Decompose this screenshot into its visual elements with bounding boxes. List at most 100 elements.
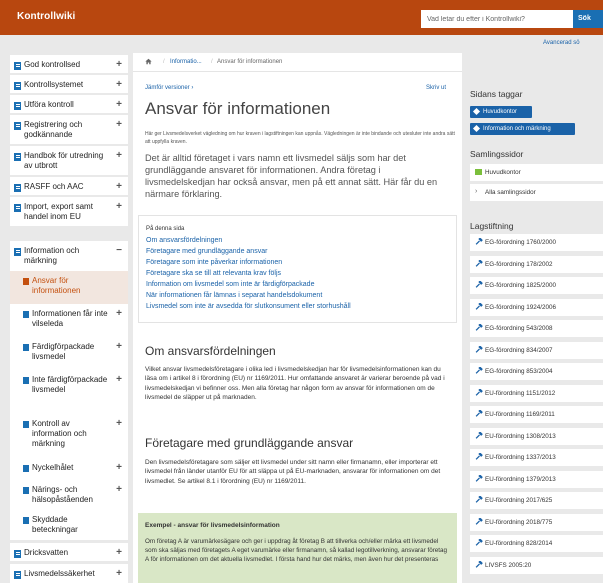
gavel-icon	[475, 474, 483, 482]
document-icon	[14, 550, 21, 558]
main-content: / Informatio... / Ansvar för information…	[133, 53, 462, 583]
print-link[interactable]: Skriv ut	[426, 85, 446, 91]
tag-information-markning[interactable]: Information och märkning	[470, 123, 575, 135]
expand-icon[interactable]: +	[116, 308, 122, 319]
expand-icon[interactable]: +	[116, 150, 122, 161]
legislation-item[interactable]: EU-förordning 1308/2013	[470, 427, 603, 445]
chevron-right-icon: ›	[475, 188, 478, 195]
collection-all[interactable]: › Alla samlingssidor	[470, 184, 603, 201]
section-paragraph: Vilket ansvar livsmedelsföretagare i oli…	[145, 366, 445, 401]
advanced-search-link[interactable]: Avancerad sö	[543, 40, 580, 46]
brand-logo[interactable]: Kontrollwiki	[11, 4, 81, 30]
toc-link[interactable]: Livsmedel som inte är avsedda för slutko…	[146, 303, 351, 310]
gavel-icon	[475, 539, 483, 546]
collection-icon	[475, 169, 482, 175]
gavel-icon	[475, 517, 483, 525]
expand-icon[interactable]: +	[116, 181, 122, 192]
toc-link[interactable]: När informationen får lämnas i separat h…	[146, 292, 322, 299]
expand-icon[interactable]: +	[116, 79, 122, 90]
legislation-item[interactable]: EU-förordning 1169/2011	[470, 406, 603, 423]
gavel-icon	[475, 388, 483, 396]
legislation-item[interactable]: EG-förordning 853/2004	[470, 363, 603, 380]
gavel-icon	[475, 324, 483, 331]
toc-link[interactable]: Företagare ska se till att relevanta kra…	[146, 270, 281, 277]
tags-heading: Sidans taggar	[470, 89, 523, 99]
sidebar-subitem-inte-fardigforpackade[interactable]: Inte färdigförpackade livsmedel +	[10, 370, 128, 414]
page-title: Ansvar för informationen	[145, 99, 331, 118]
sidebar-item-import-export[interactable]: Import, export samt handel inom EU +	[10, 197, 128, 226]
legislation-item[interactable]: EU-förordning 2017/625	[470, 492, 603, 509]
legislation-item[interactable]: EG-förordning 1924/2006	[470, 298, 603, 316]
expand-icon[interactable]: +	[116, 462, 122, 473]
example-title: Exempel - ansvar för livsmedelsinformati…	[145, 522, 280, 529]
home-icon[interactable]	[145, 58, 152, 65]
expand-icon[interactable]: +	[116, 341, 122, 352]
expand-icon[interactable]: +	[116, 418, 122, 429]
sidebar-item-livsmedelssakerhet[interactable]: Livsmedelssäkerhet +	[10, 564, 128, 583]
document-icon	[14, 248, 21, 256]
legislation-item[interactable]: EU-förordning 1151/2012	[470, 384, 603, 402]
sidebar-item-dricksvatten[interactable]: Dricksvatten +	[10, 543, 128, 561]
sidebar-item-utfora-kontroll[interactable]: Utföra kontroll +	[10, 95, 128, 113]
legislation-item[interactable]: EU-förordning 1379/2013	[470, 470, 603, 488]
expand-icon[interactable]: +	[116, 374, 122, 385]
sidebar-item-registrering[interactable]: Registrering och godkännande +	[10, 115, 128, 144]
sidebar-subitem-fardigforpackade[interactable]: Färdigförpackade livsmedel +	[10, 337, 128, 370]
sidebar-subitem-skyddade[interactable]: Skyddade beteckningar	[10, 510, 128, 540]
legislation-item[interactable]: EG-förordning 834/2007	[470, 341, 603, 359]
toc-link[interactable]: Företagare med grundläggande ansvar	[146, 248, 267, 255]
sidebar-subitem-ansvar[interactable]: Ansvar för informationen	[10, 271, 128, 304]
gavel-icon	[475, 238, 483, 245]
sidebar-subitem-narings[interactable]: Närings- och hälsopåståenden +	[10, 480, 128, 510]
gavel-icon	[475, 345, 483, 353]
example-box: Exempel - ansvar för livsmedelsinformati…	[138, 513, 457, 583]
legislation-item[interactable]: EU-förordning 2018/775	[470, 513, 603, 531]
expand-icon[interactable]: +	[116, 201, 122, 212]
gavel-icon	[475, 281, 483, 288]
collapse-icon[interactable]: −	[116, 245, 122, 256]
tag-huvudkontor[interactable]: Huvudkontor	[470, 106, 532, 118]
section-heading: Om ansvarsfördelningen	[145, 344, 276, 358]
legislation-item[interactable]: EU-förordning 1337/2013	[470, 449, 603, 466]
expand-icon[interactable]: +	[116, 568, 122, 579]
expand-icon[interactable]: +	[116, 59, 122, 70]
expand-icon[interactable]: +	[116, 547, 122, 558]
expand-icon[interactable]: +	[116, 484, 122, 495]
sidebar-subitem-kontroll-av[interactable]: Kontroll av information och märkning +	[10, 414, 128, 458]
toc-link[interactable]: Om ansvarsfördelningen	[146, 237, 222, 244]
example-text: Om företag A är varumärkesägare och ger …	[145, 538, 448, 563]
collection-huvudkontor[interactable]: Huvudkontor	[470, 164, 603, 181]
legislation-item[interactable]: EU-förordning 828/2014	[470, 535, 603, 552]
search-input[interactable]	[421, 10, 573, 28]
breadcrumb-parent[interactable]: Informatio...	[170, 59, 202, 65]
document-icon	[14, 122, 21, 130]
sidebar-subitem-nyckelhalet[interactable]: Nyckelhålet +	[10, 458, 128, 480]
sidebar-subitem-vilseleda[interactable]: Informationen får inte vilseleda +	[10, 304, 128, 337]
toc-link[interactable]: Information om livsmedel som inte är fär…	[146, 281, 314, 288]
sidebar-item-information-markning[interactable]: Information och märkning −	[10, 241, 128, 271]
expand-icon[interactable]: +	[116, 119, 122, 130]
sidebar-item-handbok[interactable]: Handbok för utredning av utbrott +	[10, 146, 128, 175]
compare-versions-link[interactable]: Jämför versioner ›	[145, 85, 193, 91]
right-column: Sidans taggar Huvudkontor Information oc…	[470, 53, 603, 583]
legislation-item[interactable]: EG-förordning 178/2002	[470, 255, 603, 273]
document-icon	[23, 421, 29, 428]
guidance-disclaimer: Här ger Livsmedelsverket vägledning om h…	[145, 131, 455, 145]
sidebar-item-kontrollsystemet[interactable]: Kontrollsystemet +	[10, 75, 128, 93]
document-icon	[23, 487, 29, 494]
sidebar-item-rasff[interactable]: RASFF och AAC +	[10, 177, 128, 195]
document-icon	[23, 517, 29, 524]
search-button[interactable]: Sök	[573, 10, 603, 28]
legislation-item[interactable]: EG-förordning 543/2008	[470, 320, 603, 337]
legislation-item[interactable]: EG-förordning 1825/2000	[470, 277, 603, 294]
document-icon	[14, 102, 21, 110]
legislation-item[interactable]: LIVSFS 2005:20	[470, 556, 603, 574]
expand-icon[interactable]: +	[116, 99, 122, 110]
sidebar-item-god-kontrollsed[interactable]: God kontrollsed +	[10, 55, 128, 73]
document-icon	[14, 204, 21, 212]
top-bar: Kontrollwiki Sök	[0, 0, 603, 35]
breadcrumb: / Informatio... / Ansvar för information…	[133, 53, 462, 72]
table-of-contents: På denna sida Om ansvarsfördelningen För…	[138, 215, 457, 323]
legislation-item[interactable]: EG-förordning 1760/2000	[470, 234, 603, 251]
toc-link[interactable]: Företagare som inte påverkar information…	[146, 259, 282, 266]
